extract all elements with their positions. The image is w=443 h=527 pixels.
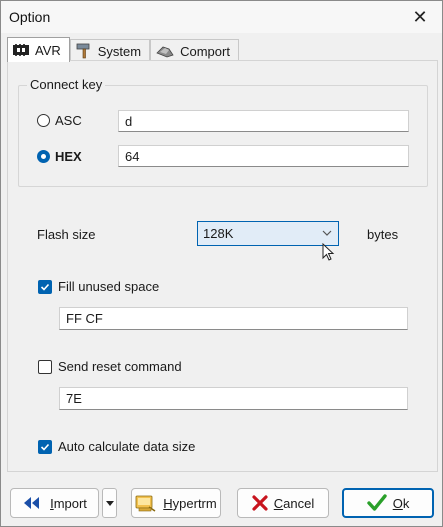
ok-button[interactable]: Ok	[342, 488, 434, 518]
flash-size-unit: bytes	[367, 227, 399, 242]
asc-key-input[interactable]: d	[118, 110, 409, 132]
tab-avr-label: AVR	[35, 42, 61, 58]
send-reset-checkbox[interactable]: Send reset command	[38, 359, 182, 374]
plug-icon	[156, 46, 174, 58]
tab-strip: AVR System Comport	[7, 37, 239, 62]
flash-size-select[interactable]: 128K	[197, 221, 339, 246]
ok-label: Ok	[392, 495, 410, 511]
tab-system-label: System	[97, 43, 142, 59]
chip-icon	[13, 44, 29, 56]
close-icon: ✕	[412, 6, 428, 27]
fill-unused-check[interactable]	[38, 279, 52, 294]
title-bar: Option ✕	[1, 1, 442, 33]
hex-radio-label: HEX	[55, 149, 82, 164]
avr-tab-panel: Connect key ASC d HEX 64 Flash size 128K	[7, 60, 438, 472]
option-dialog: Option ✕ AVR System Comport Connect key …	[0, 0, 443, 527]
fill-unused-label: Fill unused space	[58, 279, 160, 294]
send-reset-input[interactable]: 7E	[59, 387, 408, 410]
hypertrm-button[interactable]: Hypertrm	[131, 488, 221, 518]
cancel-label: Cancel	[273, 495, 315, 511]
import-dropdown-button[interactable]	[102, 488, 117, 518]
import-label: Import	[50, 495, 87, 511]
hammer-icon	[76, 43, 90, 59]
connect-key-group: Connect key ASC d HEX 64	[18, 77, 428, 187]
flash-size-value: 128K	[203, 226, 234, 241]
auto-calc-checkbox[interactable]: Auto calculate data size	[38, 439, 195, 454]
caret-down-icon	[105, 500, 114, 506]
chevron-down-icon	[322, 230, 332, 236]
hypertrm-label: Hypertrm	[163, 495, 217, 511]
red-x-icon	[252, 495, 268, 511]
auto-calc-check[interactable]	[38, 439, 52, 454]
send-reset-check[interactable]	[38, 359, 52, 374]
send-reset-label: Send reset command	[58, 359, 182, 374]
flash-size-label: Flash size	[37, 227, 96, 242]
hex-key-input[interactable]: 64	[118, 145, 409, 167]
hex-radio[interactable]: HEX	[37, 149, 82, 164]
import-button[interactable]: Import	[10, 488, 99, 518]
checkmark-icon	[40, 283, 50, 291]
connect-key-title: Connect key	[27, 77, 106, 92]
hex-radio-circle[interactable]	[37, 150, 50, 163]
asc-radio[interactable]: ASC	[37, 113, 82, 128]
asc-radio-circle[interactable]	[37, 114, 50, 127]
window-title: Option	[9, 9, 51, 25]
fill-unused-checkbox[interactable]: Fill unused space	[38, 279, 159, 294]
close-button[interactable]: ✕	[398, 1, 442, 33]
asc-radio-label: ASC	[55, 113, 82, 128]
cancel-button[interactable]: Cancel	[237, 488, 329, 518]
checkmark-icon	[40, 443, 50, 451]
auto-calc-label: Auto calculate data size	[58, 439, 196, 454]
tab-comport[interactable]: Comport	[150, 39, 239, 62]
tab-comport-label: Comport	[180, 43, 230, 59]
mouse-cursor-icon	[322, 243, 335, 261]
hyperterminal-icon	[135, 495, 156, 512]
tab-system[interactable]: System	[69, 39, 151, 62]
double-arrow-left-icon	[24, 497, 40, 509]
fill-unused-input[interactable]: FF CF	[59, 307, 408, 330]
tab-avr[interactable]: AVR	[7, 37, 70, 62]
green-check-icon	[366, 494, 387, 511]
